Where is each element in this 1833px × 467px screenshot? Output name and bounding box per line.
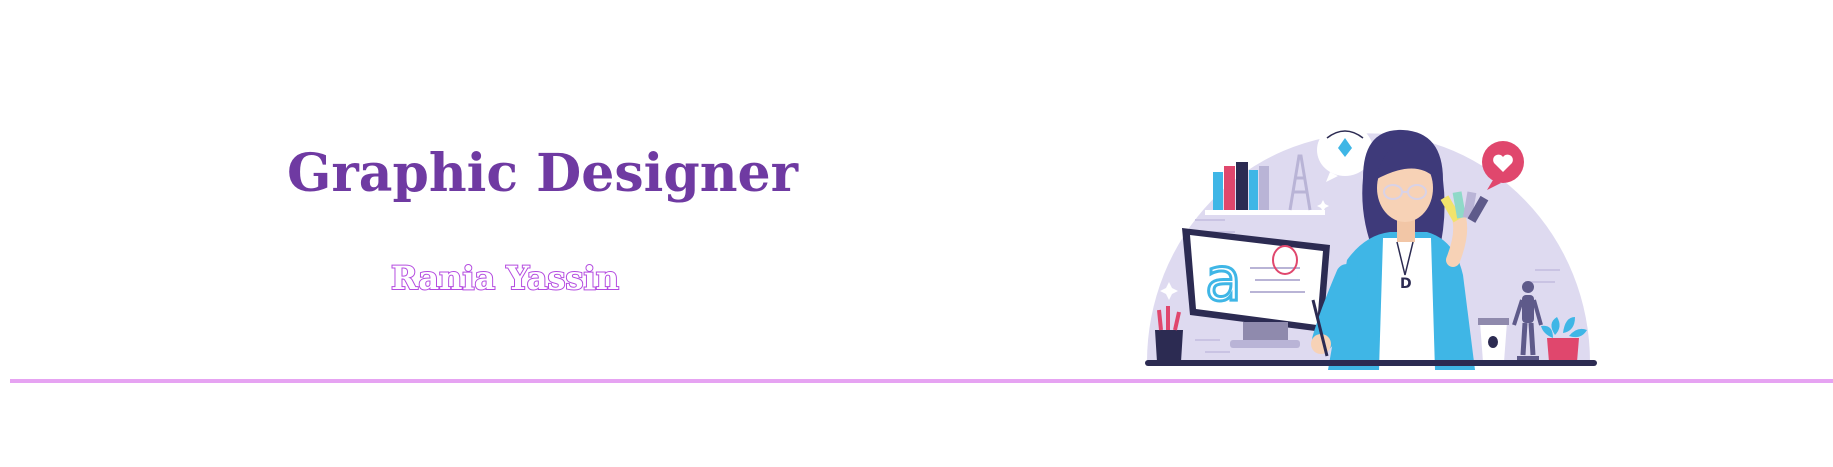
svg-text:a: a <box>1205 245 1242 315</box>
banner: Graphic Designer Rania Yassin a D <box>0 0 1833 467</box>
desk <box>1145 360 1597 366</box>
shelf <box>1205 210 1325 215</box>
page-title: Graphic Designer <box>287 143 799 204</box>
pencil-cup-icon <box>1155 306 1183 362</box>
designer-at-desk-illustration: a D <box>1145 124 1597 370</box>
books-icon <box>1213 162 1269 210</box>
svg-text:D: D <box>1400 276 1412 292</box>
designer-name: Rania Yassin <box>390 258 620 298</box>
divider-line <box>10 379 1833 383</box>
coffee-cup-icon <box>1478 318 1509 362</box>
